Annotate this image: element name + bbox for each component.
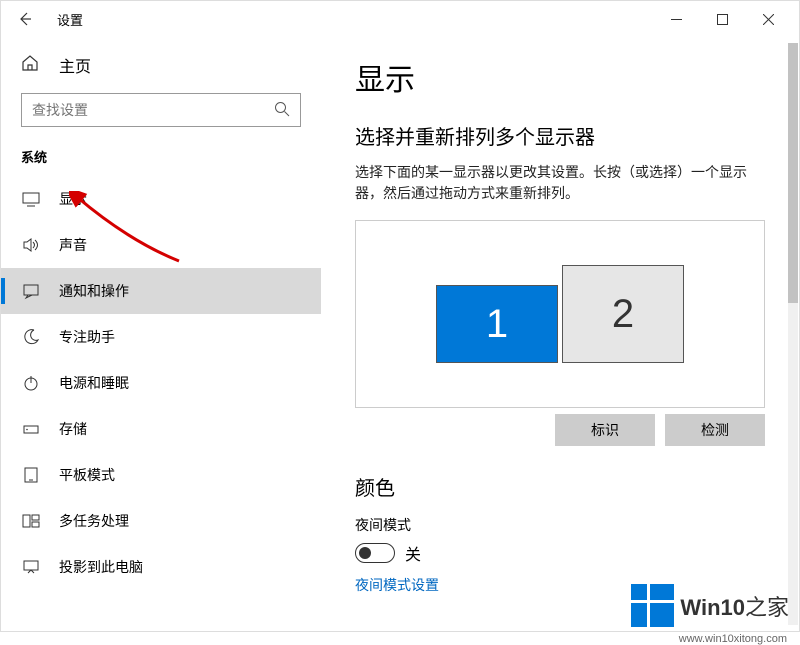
sidebar-item-storage[interactable]: 存储 — [1, 406, 321, 452]
arrange-title: 选择并重新排列多个显示器 — [355, 121, 765, 150]
sidebar-home[interactable]: 主页 — [1, 45, 321, 85]
sidebar-item-projecting[interactable]: 投影到此电脑 — [1, 544, 321, 590]
sidebar-item-label: 专注助手 — [59, 327, 115, 347]
monitor-arrangement-area[interactable]: 1 2 — [355, 220, 765, 408]
sidebar-item-tablet[interactable]: 平板模式 — [1, 452, 321, 498]
sidebar-item-label: 通知和操作 — [59, 281, 129, 301]
app-title: 设置 — [57, 10, 83, 29]
home-icon — [21, 54, 41, 77]
search-input-container[interactable] — [21, 93, 301, 127]
sidebar-item-label: 投影到此电脑 — [59, 557, 143, 577]
close-button[interactable] — [745, 3, 791, 35]
search-icon — [274, 101, 290, 120]
storage-icon — [21, 420, 41, 438]
detect-button[interactable]: 检测 — [665, 414, 765, 446]
power-icon — [21, 374, 41, 392]
sidebar-item-label: 电源和睡眠 — [59, 373, 129, 393]
arrange-description: 选择下面的某一显示器以更改其设置。长按（或选择）一个显示器，然后通过拖动方式来重… — [355, 162, 765, 204]
moon-icon — [21, 328, 41, 346]
night-light-state: 关 — [405, 541, 421, 565]
multitask-icon — [21, 512, 41, 530]
project-icon — [21, 558, 41, 576]
notification-icon — [21, 282, 41, 300]
back-button[interactable] — [9, 3, 41, 35]
sidebar-item-label: 多任务处理 — [59, 511, 129, 531]
minimize-button[interactable] — [653, 3, 699, 35]
sidebar-item-label: 显示 — [59, 189, 87, 209]
color-section-title: 颜色 — [355, 472, 765, 501]
sidebar-item-label: 声音 — [59, 235, 87, 255]
night-light-toggle[interactable] — [355, 543, 395, 563]
sidebar-home-label: 主页 — [59, 53, 91, 77]
sidebar-item-focus[interactable]: 专注助手 — [1, 314, 321, 360]
sidebar-item-label: 存储 — [59, 419, 87, 439]
search-input[interactable] — [32, 102, 274, 118]
monitor-icon — [21, 190, 41, 208]
page-title: 显示 — [355, 55, 765, 99]
scrollbar-thumb[interactable] — [788, 43, 798, 303]
sidebar-item-sound[interactable]: 声音 — [1, 222, 321, 268]
sidebar-item-display[interactable]: 显示 — [1, 176, 321, 222]
night-light-settings-link[interactable]: 夜间模式设置 — [355, 575, 765, 595]
night-light-label: 夜间模式 — [355, 515, 765, 535]
main-content: 显示 选择并重新排列多个显示器 选择下面的某一显示器以更改其设置。长按（或选择）… — [321, 37, 799, 631]
sidebar-item-power[interactable]: 电源和睡眠 — [1, 360, 321, 406]
watermark-url: www.win10xitong.com — [679, 633, 787, 645]
maximize-button[interactable] — [699, 3, 745, 35]
sidebar: 主页 系统 显示 声音 通知和操作 专注助手 电源和睡眠 存储 — [1, 37, 321, 631]
sidebar-item-notifications[interactable]: 通知和操作 — [1, 268, 321, 314]
sidebar-group-label: 系统 — [1, 143, 321, 176]
sidebar-item-label: 平板模式 — [59, 465, 115, 485]
monitor-1[interactable]: 1 — [436, 285, 558, 363]
identify-button[interactable]: 标识 — [555, 414, 655, 446]
tablet-icon — [21, 466, 41, 484]
sidebar-item-multitask[interactable]: 多任务处理 — [1, 498, 321, 544]
sound-icon — [21, 236, 41, 254]
monitor-2[interactable]: 2 — [562, 265, 684, 363]
